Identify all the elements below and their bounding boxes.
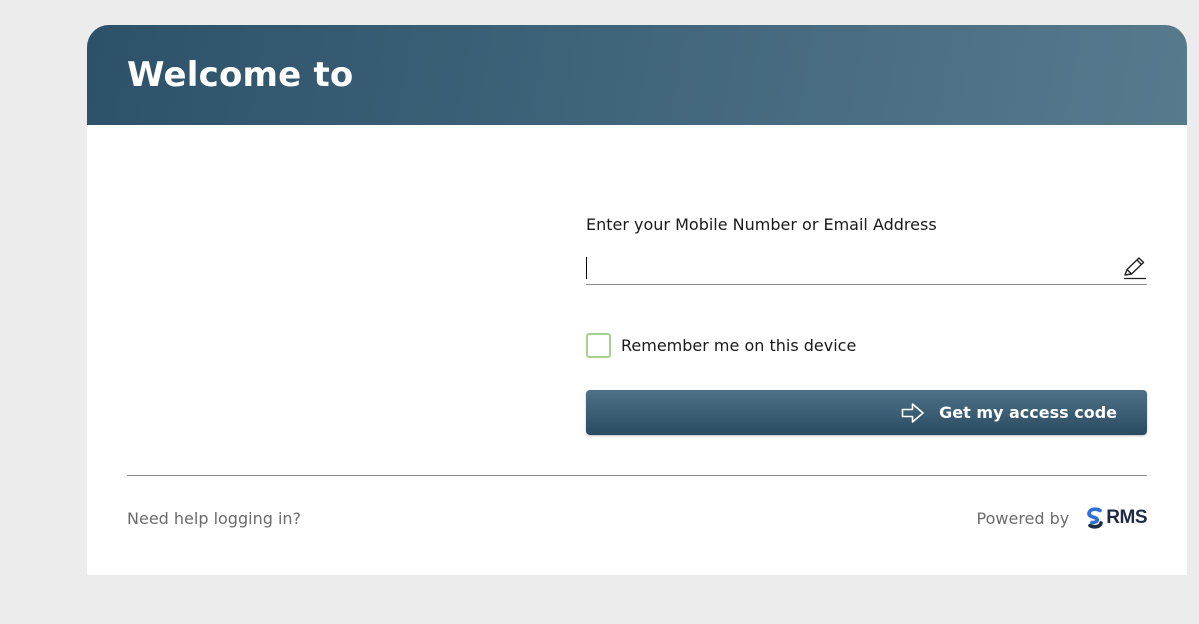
remember-me-label: Remember me on this device xyxy=(621,336,857,355)
footer-divider xyxy=(127,475,1147,476)
remember-me-checkbox[interactable] xyxy=(586,333,611,358)
get-access-code-label: Get my access code xyxy=(939,403,1117,422)
powered-by-text: Powered by xyxy=(976,508,1070,528)
remember-me-row[interactable]: Remember me on this device xyxy=(586,333,1147,358)
pencil-icon xyxy=(1124,257,1146,280)
rms-logo: RMS xyxy=(1085,507,1147,529)
contact-field-wrapper xyxy=(586,250,1147,285)
arrow-right-icon xyxy=(901,402,924,423)
footer: Need help logging in? Powered by RMS xyxy=(127,507,1147,529)
rms-logo-text: RMS xyxy=(1106,507,1147,528)
text-cursor xyxy=(586,257,587,279)
login-form: Enter your Mobile Number or Email Addres… xyxy=(586,215,1147,435)
contact-input[interactable] xyxy=(586,250,1147,284)
login-card: Welcome to Enter your Mobile Number or E… xyxy=(87,25,1187,575)
header-banner: Welcome to xyxy=(87,25,1187,125)
rms-logo-icon xyxy=(1087,507,1104,529)
page-title: Welcome to xyxy=(127,55,354,95)
powered-by: Powered by RMS xyxy=(977,507,1147,529)
contact-field-label: Enter your Mobile Number or Email Addres… xyxy=(586,215,937,234)
get-access-code-button[interactable]: Get my access code xyxy=(586,390,1147,435)
help-link[interactable]: Need help logging in? xyxy=(127,509,301,528)
